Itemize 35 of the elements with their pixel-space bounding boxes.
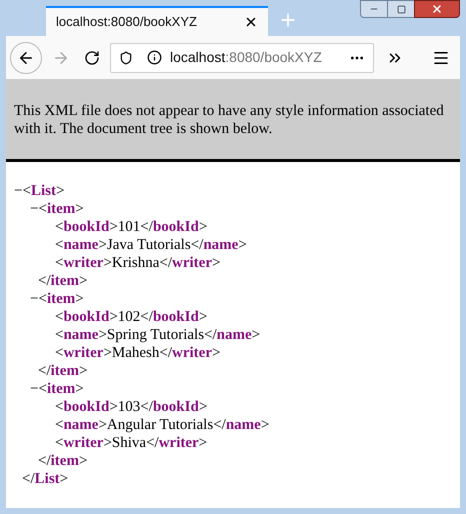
xml-line: <name>Java Tutorials</name> — [54, 236, 248, 254]
xml-line: <writer>Mahesh</writer> — [54, 344, 222, 362]
window-close-button[interactable] — [414, 0, 460, 18]
xml-line: <name>Angular Tutorials</name> — [54, 416, 270, 434]
xml-line: </item> — [38, 362, 88, 380]
collapse-toggle[interactable]: − — [30, 290, 38, 308]
banner-text: This XML file does not appear to have any style information associated with it. The document tree is shown below. — [14, 102, 445, 138]
xml-line: <List> — [22, 182, 64, 200]
collapse-toggle[interactable]: − — [30, 200, 38, 218]
tab-title: localhost:8080/bookXYZ — [56, 13, 197, 32]
xml-line: <writer>Shiva</writer> — [54, 434, 208, 452]
xml-line: <item> — [38, 200, 84, 218]
xml-line: <item> — [38, 380, 84, 398]
xml-line: <bookId>103</bookId> — [54, 398, 208, 416]
browser-tab[interactable]: localhost:8080/bookXYZ — [46, 6, 268, 36]
close-icon — [431, 3, 443, 15]
xml-line: <item> — [38, 290, 84, 308]
maximize-icon — [396, 4, 406, 14]
xml-line: <bookId>102</bookId> — [54, 308, 208, 326]
xml-line: </item> — [38, 452, 88, 470]
xml-line: </item> — [38, 272, 88, 290]
xml-line: <name>Spring Tutorials</name> — [54, 326, 262, 344]
xml-line: </List> — [22, 470, 70, 488]
shield-icon[interactable] — [119, 50, 133, 64]
address-bar[interactable]: localhost:8080/bookXYZ — [110, 42, 374, 72]
maximize-button[interactable] — [388, 0, 414, 18]
close-icon[interactable] — [244, 15, 258, 29]
xml-line: <writer>Krishna</writer> — [54, 254, 222, 272]
xml-line: <bookId>101</bookId> — [54, 218, 208, 236]
collapse-toggle[interactable]: − — [14, 182, 22, 200]
reload-icon[interactable] — [84, 50, 100, 66]
back-button[interactable] — [10, 42, 42, 74]
collapse-toggle[interactable]: − — [30, 380, 38, 398]
url-text: localhost:8080/bookXYZ — [170, 48, 322, 67]
info-icon[interactable] — [147, 50, 162, 65]
